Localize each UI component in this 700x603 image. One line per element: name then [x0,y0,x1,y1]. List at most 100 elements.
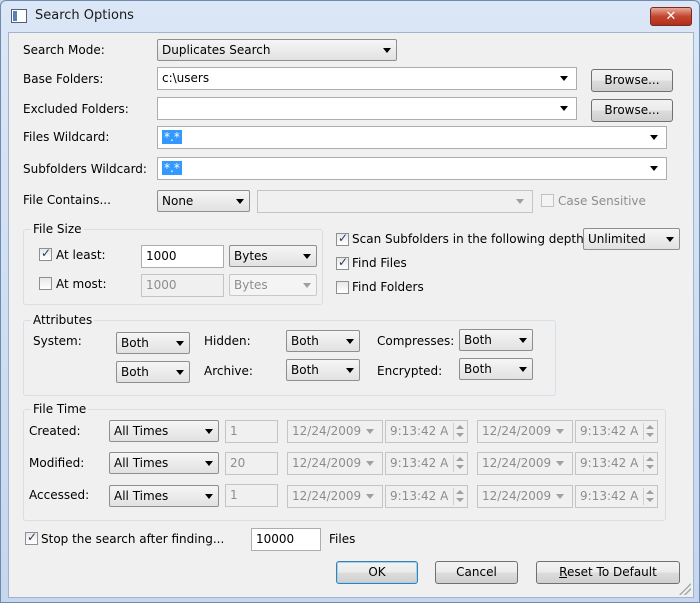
at-least-label: At least: [56,248,106,262]
encrypted-label: Encrypted: [377,364,443,378]
chevron-down-icon [560,106,568,111]
at-most-input[interactable]: 1000 [141,274,224,297]
modified-time-from[interactable]: 9:13:42 A [385,452,468,475]
system2-select[interactable]: Both [116,361,190,383]
at-least-unit-select[interactable]: Bytes [229,245,317,267]
ok-button[interactable]: OK [336,561,418,584]
created-time-to-value: 9:13:42 A [580,424,639,438]
modified-date-from[interactable]: 12/24/2009 [287,452,383,475]
dialog-body: Search Mode: Duplicates Search Base Fold… [8,32,694,598]
accessed-time-to[interactable]: 9:13:42 A [575,485,658,508]
created-mode-select[interactable]: All Times [109,420,219,442]
compresses-select[interactable]: Both [459,329,533,351]
hidden-value: Both [291,334,319,348]
resize-grip-icon[interactable] [679,583,691,595]
modified-date-to[interactable]: 12/24/2009 [477,452,573,475]
hidden-select[interactable]: Both [286,330,360,352]
stop-search-label: Stop the search after finding... [41,532,225,546]
excluded-folders-combo[interactable] [157,97,577,120]
file-contains-label: File Contains... [23,193,111,207]
spinner-icon[interactable] [453,423,465,440]
accessed-count-input[interactable]: 1 [225,484,278,507]
chevron-down-icon [560,76,568,81]
created-time-to[interactable]: 9:13:42 A [575,420,658,443]
created-date-to-value: 12/24/2009 [482,424,552,438]
archive-select[interactable]: Both [286,359,360,381]
files-wildcard-combo[interactable]: *.* [157,126,667,149]
browse-base-button[interactable]: Browse... [591,69,673,92]
created-count-value: 1 [230,424,238,438]
accessed-time-from[interactable]: 9:13:42 A [385,485,468,508]
file-contains-text-combo[interactable] [257,190,533,213]
scan-depth-value: Unlimited [588,232,646,246]
created-date-from-value: 12/24/2009 [292,424,362,438]
app-icon [11,9,27,23]
created-time-from[interactable]: 9:13:42 A [385,420,468,443]
file-size-group-label: File Size [31,222,84,236]
modified-count-input[interactable]: 20 [225,452,278,475]
modified-mode-select[interactable]: All Times [109,452,219,474]
hidden-label: Hidden: [204,334,251,348]
stop-search-value: 10000 [256,532,295,546]
created-date-from[interactable]: 12/24/2009 [287,420,383,443]
reset-to-default-button[interactable]: Reset To Default [536,561,680,584]
scan-subfolders-checkbox[interactable] [336,231,349,246]
close-button[interactable]: ✕ [650,7,692,26]
at-least-input[interactable]: 1000 [141,245,224,268]
find-folders-checkbox[interactable] [336,281,349,294]
accessed-date-to[interactable]: 12/24/2009 [477,485,573,508]
at-most-unit-value: Bytes [234,278,268,292]
at-most-unit-select[interactable]: Bytes [229,274,317,296]
chevron-down-icon [650,135,658,140]
at-most-value: 1000 [146,278,177,292]
modified-time-to[interactable]: 9:13:42 A [575,452,658,475]
search-mode-select[interactable]: Duplicates Search [157,39,397,61]
search-mode-value: Duplicates Search [162,43,271,57]
created-time-from-value: 9:13:42 A [390,424,449,438]
scan-subfolders-label: Scan Subfolders in the following depth: [352,232,588,246]
modified-time-to-value: 9:13:42 A [580,456,639,470]
cancel-button[interactable]: Cancel [435,561,518,584]
chevron-down-icon [366,461,374,466]
case-sensitive-label: Case Sensitive [558,194,646,208]
system-select[interactable]: Both [116,332,190,354]
modified-date-to-value: 12/24/2009 [482,456,552,470]
scan-depth-select[interactable]: Unlimited [583,228,680,250]
encrypted-select[interactable]: Both [459,358,533,380]
spinner-icon[interactable] [643,423,655,440]
encrypted-value: Both [464,362,492,376]
find-folders-label: Find Folders [352,280,424,294]
accessed-date-from[interactable]: 12/24/2009 [287,485,383,508]
spinner-icon[interactable] [643,488,655,505]
spinner-icon[interactable] [643,455,655,472]
chevron-down-icon [205,461,213,466]
accessed-mode-select[interactable]: All Times [109,485,219,507]
created-count-input[interactable]: 1 [225,420,278,443]
archive-label: Archive: [204,364,253,378]
chevron-down-icon [519,367,527,372]
spinner-icon[interactable] [453,488,465,505]
find-files-checkbox[interactable] [336,255,349,270]
title-bar[interactable]: Search Options ✕ [1,1,699,32]
stop-search-checkbox[interactable] [25,530,38,545]
subfolders-wildcard-label: Subfolders Wildcard: [23,162,147,176]
at-least-checkbox[interactable] [39,246,52,261]
chevron-down-icon [366,429,374,434]
modified-count-value: 20 [230,456,246,470]
chevron-down-icon [346,339,354,344]
at-most-checkbox[interactable] [39,277,52,290]
chevron-down-icon [236,199,244,204]
browse-excluded-button[interactable]: Browse... [591,99,673,122]
subfolders-wildcard-combo[interactable]: *.* [157,157,667,180]
system2-value: Both [121,365,149,379]
created-label: Created: [29,424,81,438]
at-most-label: At most: [56,277,107,291]
stop-search-input[interactable]: 10000 [251,528,321,551]
chevron-down-icon [556,494,564,499]
spinner-icon[interactable] [453,455,465,472]
file-contains-mode-select[interactable]: None [157,190,250,212]
attributes-group-label: Attributes [31,313,95,327]
base-folders-combo[interactable]: c:\users [157,67,577,90]
case-sensitive-checkbox[interactable] [541,194,554,207]
created-date-to[interactable]: 12/24/2009 [477,420,573,443]
